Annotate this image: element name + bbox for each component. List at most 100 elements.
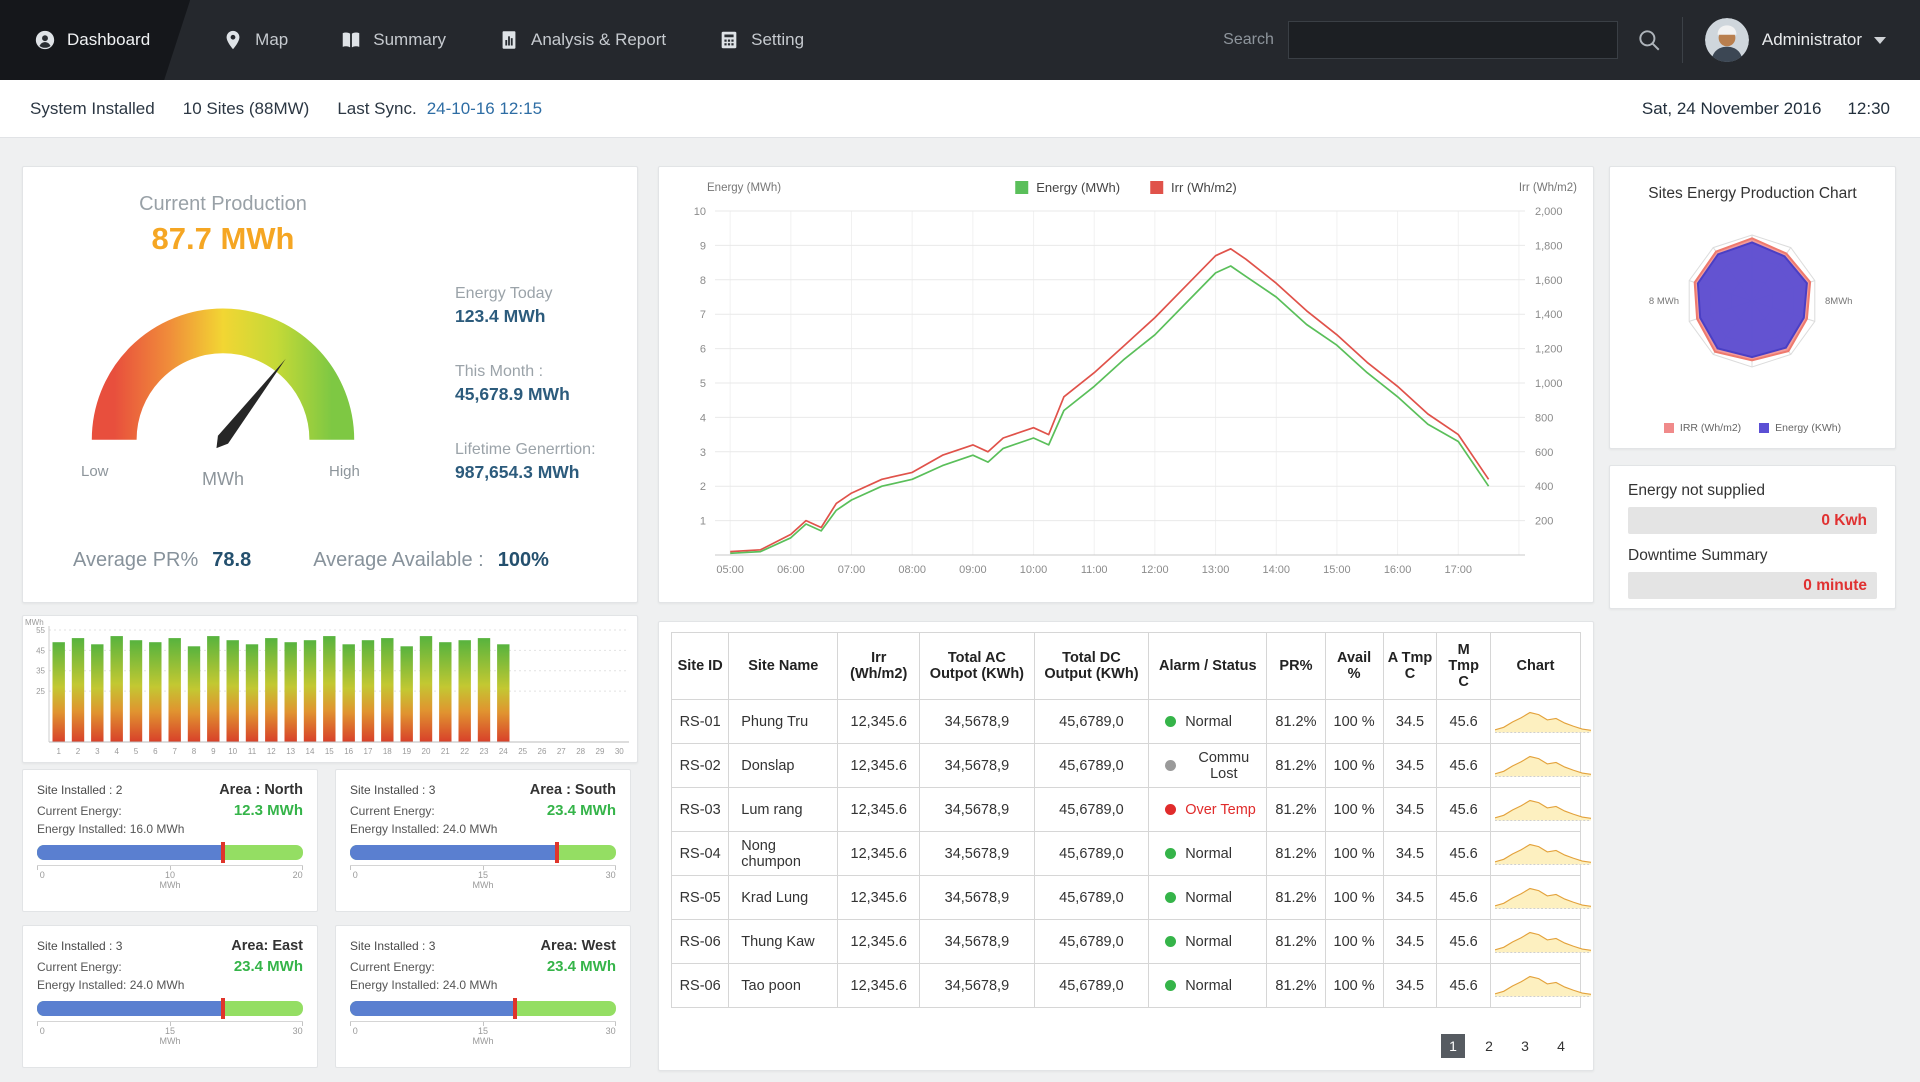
svg-text:06:00: 06:00: [777, 564, 805, 576]
svg-text:7: 7: [700, 309, 706, 321]
cell-total-ac: 34,5678,9: [919, 699, 1035, 744]
table-row[interactable]: RS-04 Nong chumpon 12,345.6 34,5678,9 45,678…: [670, 831, 1592, 876]
svg-text:24: 24: [499, 747, 508, 756]
production-title: Current Production: [139, 193, 307, 215]
nav-item-setting[interactable]: Setting: [692, 0, 830, 80]
cell-pr: 81.2%: [1266, 919, 1326, 964]
cell-a-tmp: 34.5: [1382, 963, 1438, 1008]
gauge-needle: [216, 358, 286, 449]
table-row[interactable]: RS-06 Thung Kaw 12,345.6 34,5678,9 45,6789,0…: [670, 919, 1592, 964]
table-row[interactable]: RS-02 Donslap 12,345.6 34,5678,9 45,6789,0 Co…: [670, 743, 1592, 788]
legend-irr-label: Irr (Wh/m2): [1171, 180, 1237, 195]
table-row[interactable]: RS-01 Phung Tru 12,345.6 34,5678,9 45,6789,0…: [670, 699, 1592, 744]
cell-avail: 100 %: [1324, 743, 1384, 788]
cell-pr: 81.2%: [1266, 699, 1326, 744]
area-progress-marker: [512, 998, 517, 1019]
radar-legend-irr-swatch: [1663, 423, 1674, 433]
cell-chart: [1489, 699, 1592, 744]
nav-item-dashboard[interactable]: Dashboard: [0, 0, 190, 80]
status-text: Normal: [1185, 933, 1232, 950]
column-header: Chart: [1489, 632, 1582, 700]
nav-label: Map: [255, 30, 289, 49]
cell-pr: 81.2%: [1266, 875, 1326, 920]
user-menu[interactable]: Administrator: [1762, 30, 1862, 50]
daily-production-bar-chart: 55453525MWh1 2 3 4 5 6 7 8 9 10 11 12 13 14 15 16 17 18 19…: [25, 618, 629, 756]
svg-text:7: 7: [172, 747, 177, 756]
energy-installed-label: Energy Installed: 24.0 MWh: [350, 978, 498, 992]
svg-text:10:00: 10:00: [1020, 564, 1048, 576]
cell-chart: [1489, 963, 1592, 1008]
table-row[interactable]: RS-05 Krad Lung 12,345.6 34,5678,9 45,6789,0…: [670, 875, 1592, 920]
row-sparkline: [1494, 931, 1592, 953]
table-row[interactable]: RS-06 Tao poon 12,345.6 34,5678,9 45,6789,0 N…: [670, 963, 1592, 1008]
radar-legend-energy: Energy (KWh): [1759, 422, 1841, 434]
svg-text:2: 2: [700, 481, 706, 493]
svg-text:1,800: 1,800: [1535, 240, 1563, 252]
page-button-1[interactable]: 1: [1441, 1034, 1465, 1058]
status-dot: [1165, 892, 1177, 903]
page-button-4[interactable]: 4: [1549, 1034, 1573, 1058]
area-card-0: Site Installed : 2 Area : North Current En…: [22, 769, 318, 912]
last-sync-value: 24-10-16 12:15: [426, 98, 543, 118]
dashboard-icon: [34, 29, 56, 51]
cell-pr: 81.2%: [1266, 963, 1326, 1008]
search-icon[interactable]: [1636, 27, 1662, 53]
legend-irr: Irr (Wh/m2): [1150, 180, 1237, 195]
cell-alarm-status: Normal: [1148, 875, 1268, 920]
daily-production-bar-panel: 55 45 35 25 MWh 1 2 3 4 5 6 7 8 9 10 11 12 13 14 15 16 17 18 19…: [22, 615, 638, 763]
svg-text:15: 15: [325, 747, 334, 756]
current-energy-label: Current Energy:: [37, 804, 122, 818]
table-row[interactable]: RS-03 Lum rang 12,345.6 34,5678,9 45,6789,0 O…: [670, 787, 1592, 832]
page-button-3[interactable]: 3: [1513, 1034, 1537, 1058]
nav-item-map[interactable]: Map: [196, 0, 314, 80]
map-pin-icon: [226, 30, 240, 50]
stat-label: Energy Today: [455, 285, 553, 302]
user-avatar-icon: [1704, 18, 1749, 62]
svg-text:25: 25: [36, 687, 45, 696]
column-header: PR%: [1266, 632, 1326, 700]
area-progress-bar: [350, 842, 616, 863]
chevron-down-icon[interactable]: [1874, 36, 1886, 44]
area-progress-marker: [221, 998, 226, 1019]
cell-alarm-status: Over Temp: [1148, 787, 1268, 832]
cell-m-tmp: 45.6: [1436, 743, 1491, 788]
energy-not-supplied-panel: Energy not supplied 0 Kwh Downtime Summa…: [1609, 465, 1896, 609]
area-cards-grid: Site Installed : 2 Area : North Current En…: [22, 769, 638, 1068]
svg-text:18: 18: [383, 747, 392, 756]
current-energy-value: 23.4 MWh: [233, 958, 303, 975]
area-label: Area: East: [231, 938, 303, 954]
sites-table: Site ID Site Name Irr (Wh/m2) Total AC Outp…: [670, 632, 1592, 1008]
cell-site-id: RS-05: [670, 875, 730, 920]
svg-text:800: 800: [1535, 412, 1553, 424]
avatar[interactable]: [1704, 18, 1749, 62]
cell-chart: [1489, 743, 1592, 788]
page-button-2[interactable]: 2: [1477, 1034, 1501, 1058]
area-progress-bar: [37, 842, 303, 863]
sites-table-panel: Site ID Site Name Irr (Wh/m2) Total AC Outp…: [658, 621, 1594, 1071]
area-scale-unit: MWh: [159, 1036, 181, 1046]
svg-text:07:00: 07:00: [838, 564, 866, 576]
cell-a-tmp: 34.5: [1382, 743, 1438, 788]
cell-total-ac: 34,5678,9: [919, 919, 1035, 964]
cell-a-tmp: 34.5: [1382, 699, 1438, 744]
cell-site-id: RS-04: [670, 831, 730, 876]
nav-label: Dashboard: [67, 30, 151, 49]
cell-m-tmp: 45.6: [1436, 699, 1491, 744]
nav-label: Summary: [373, 30, 446, 49]
svg-text:10: 10: [694, 206, 706, 218]
svg-text:6: 6: [700, 344, 706, 356]
stat-label: Lifetime Generrtion:: [455, 441, 596, 458]
svg-text:2,000: 2,000: [1535, 206, 1563, 218]
svg-text:19: 19: [402, 747, 411, 756]
status-text: Normal: [1185, 713, 1232, 730]
nav-item-summary[interactable]: Summary: [314, 0, 472, 80]
stat-this-month: This Month : 45,678.9 MWh: [455, 363, 635, 405]
nav-item-analysis-report[interactable]: Analysis & Report: [472, 0, 692, 80]
cell-total-ac: 34,5678,9: [919, 743, 1035, 788]
cell-irr: 12,345.6: [837, 743, 921, 788]
area-scale-unit: MWh: [159, 880, 181, 890]
area-card-3: Site Installed : 3 Area: West Current Ener…: [335, 925, 631, 1068]
svg-text:13:00: 13:00: [1202, 564, 1230, 576]
search-input[interactable]: [1287, 21, 1618, 59]
svg-text:26: 26: [538, 747, 547, 756]
